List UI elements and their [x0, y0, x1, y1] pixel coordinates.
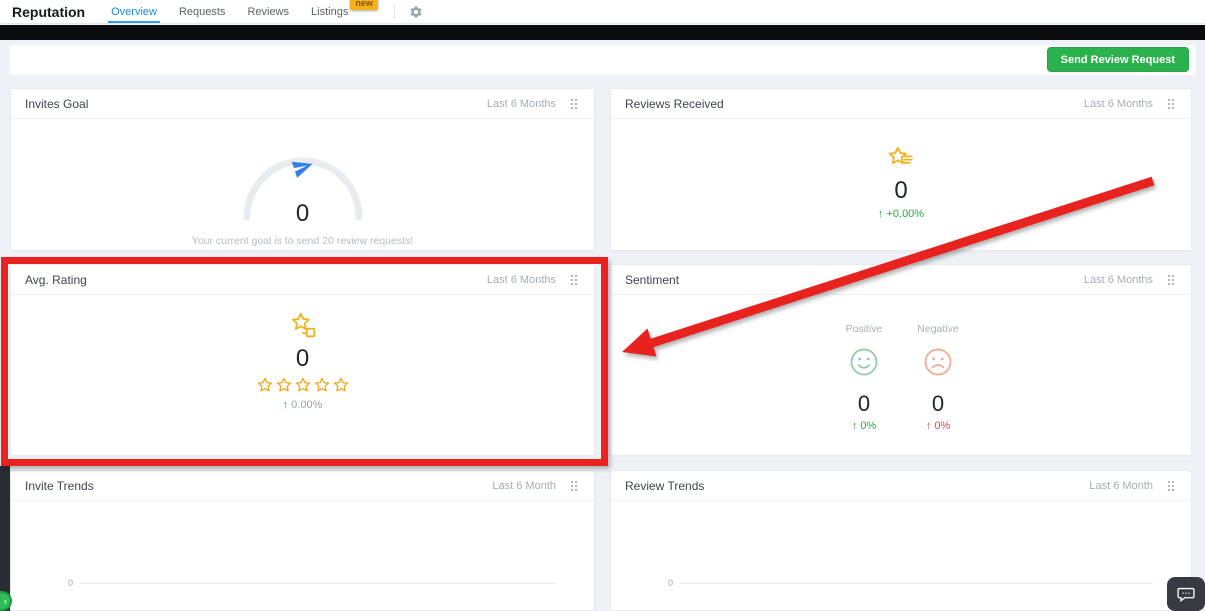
nav-tabs: Overview Requests Reviews Listings	[111, 0, 348, 23]
collapsed-sidebar-strip	[0, 466, 10, 611]
star-outline-icon	[333, 377, 349, 393]
sentiment-header: Sentiment Last 6 Months	[611, 265, 1191, 295]
star-outline-icon	[276, 377, 292, 393]
avg-rating-value: 0	[296, 346, 309, 372]
toolbar-panel: Send Review Request	[10, 45, 1196, 75]
period-label: Last 6 Months	[487, 274, 556, 286]
invite-trends-header: Invite Trends Last 6 Month	[11, 471, 594, 501]
reviews-received-card: Reviews Received Last 6 Months 0 ↑ +0.00…	[610, 88, 1192, 251]
tab-overview[interactable]: Overview	[111, 0, 157, 23]
card-title: Review Trends	[625, 479, 1089, 493]
invites-goal-header: Invites Goal Last 6 Months	[11, 89, 594, 119]
period-label: Last 6 Months	[1084, 98, 1153, 110]
star-outline-icon	[257, 377, 273, 393]
sentiment-negative-column: Negative 0 ↑ 0%	[901, 323, 975, 432]
chat-bubble-icon	[1176, 584, 1196, 604]
reviews-received-value: 0	[894, 178, 907, 204]
dark-top-bar	[0, 25, 1205, 40]
smiley-sad-icon	[923, 347, 953, 382]
sentiment-card: Sentiment Last 6 Months Positive 0 ↑ 0% …	[610, 264, 1192, 456]
chart-baseline	[79, 583, 556, 584]
tab-listings[interactable]: Listings	[311, 0, 348, 23]
kebab-menu-icon[interactable]	[1165, 478, 1177, 494]
card-title: Invites Goal	[25, 97, 487, 111]
up-arrow-icon: ↑	[878, 208, 884, 220]
kebab-menu-icon[interactable]	[568, 272, 580, 288]
card-title: Sentiment	[625, 273, 1084, 287]
page-title: Reputation	[12, 4, 85, 20]
negative-delta: 0%	[934, 420, 950, 432]
new-badge: new	[350, 0, 378, 10]
top-navbar: Reputation Overview Requests Reviews Lis…	[0, 0, 1205, 24]
up-arrow-icon: ↑	[852, 420, 858, 432]
positive-value: 0	[858, 392, 870, 416]
tab-reviews[interactable]: Reviews	[247, 0, 289, 23]
avg-rating-header: Avg. Rating Last 6 Months	[11, 265, 594, 295]
reviews-received-delta: +0.00%	[886, 208, 924, 220]
star-box-icon	[289, 311, 317, 344]
invites-goal-gauge: 0	[238, 149, 368, 221]
tab-requests[interactable]: Requests	[179, 0, 225, 23]
card-title: Avg. Rating	[25, 273, 487, 287]
star-outline-icon	[314, 377, 330, 393]
star-outline-icon	[295, 377, 311, 393]
invites-goal-caption: Your current goal is to send 20 review r…	[11, 235, 594, 247]
invites-goal-value: 0	[238, 201, 368, 227]
negative-label: Negative	[917, 323, 958, 335]
positive-label: Positive	[846, 323, 883, 335]
invites-goal-card: Invites Goal Last 6 Months 0 Your curren…	[10, 88, 595, 251]
kebab-menu-icon[interactable]	[568, 478, 580, 494]
sentiment-positive-column: Positive 0 ↑ 0%	[827, 323, 901, 432]
up-arrow-icon: ↑	[926, 420, 932, 432]
period-label: Last 6 Months	[1084, 274, 1153, 286]
card-title: Reviews Received	[625, 97, 1084, 111]
kebab-menu-icon[interactable]	[568, 96, 580, 112]
star-list-icon	[887, 145, 915, 176]
invite-trends-card: Invite Trends Last 6 Month 0	[10, 470, 595, 611]
smiley-happy-icon	[849, 347, 879, 382]
send-review-request-button[interactable]: Send Review Request	[1047, 47, 1189, 72]
card-title: Invite Trends	[25, 479, 492, 493]
up-arrow-icon: ↑	[283, 399, 289, 411]
paper-plane-icon	[291, 155, 315, 184]
avg-rating-delta: 0.00%	[291, 399, 322, 411]
chat-widget-button[interactable]	[1167, 577, 1205, 611]
nav-divider	[394, 5, 395, 19]
period-label: Last 6 Month	[492, 480, 556, 492]
kebab-menu-icon[interactable]	[1165, 96, 1177, 112]
positive-delta: 0%	[860, 420, 876, 432]
review-trends-header: Review Trends Last 6 Month	[611, 471, 1191, 501]
review-trends-card: Review Trends Last 6 Month 0	[610, 470, 1192, 611]
period-label: Last 6 Month	[1089, 480, 1153, 492]
y-axis-zero-label: 0	[59, 578, 73, 588]
period-label: Last 6 Months	[487, 98, 556, 110]
reviews-received-header: Reviews Received Last 6 Months	[611, 89, 1191, 119]
gear-icon[interactable]	[409, 5, 423, 19]
y-axis-zero-label: 0	[659, 578, 673, 588]
kebab-menu-icon[interactable]	[1165, 272, 1177, 288]
chart-baseline	[679, 583, 1153, 584]
avg-rating-card: Avg. Rating Last 6 Months 0 ↑ 0.00%	[10, 264, 595, 456]
negative-value: 0	[932, 392, 944, 416]
rating-stars	[257, 377, 349, 393]
